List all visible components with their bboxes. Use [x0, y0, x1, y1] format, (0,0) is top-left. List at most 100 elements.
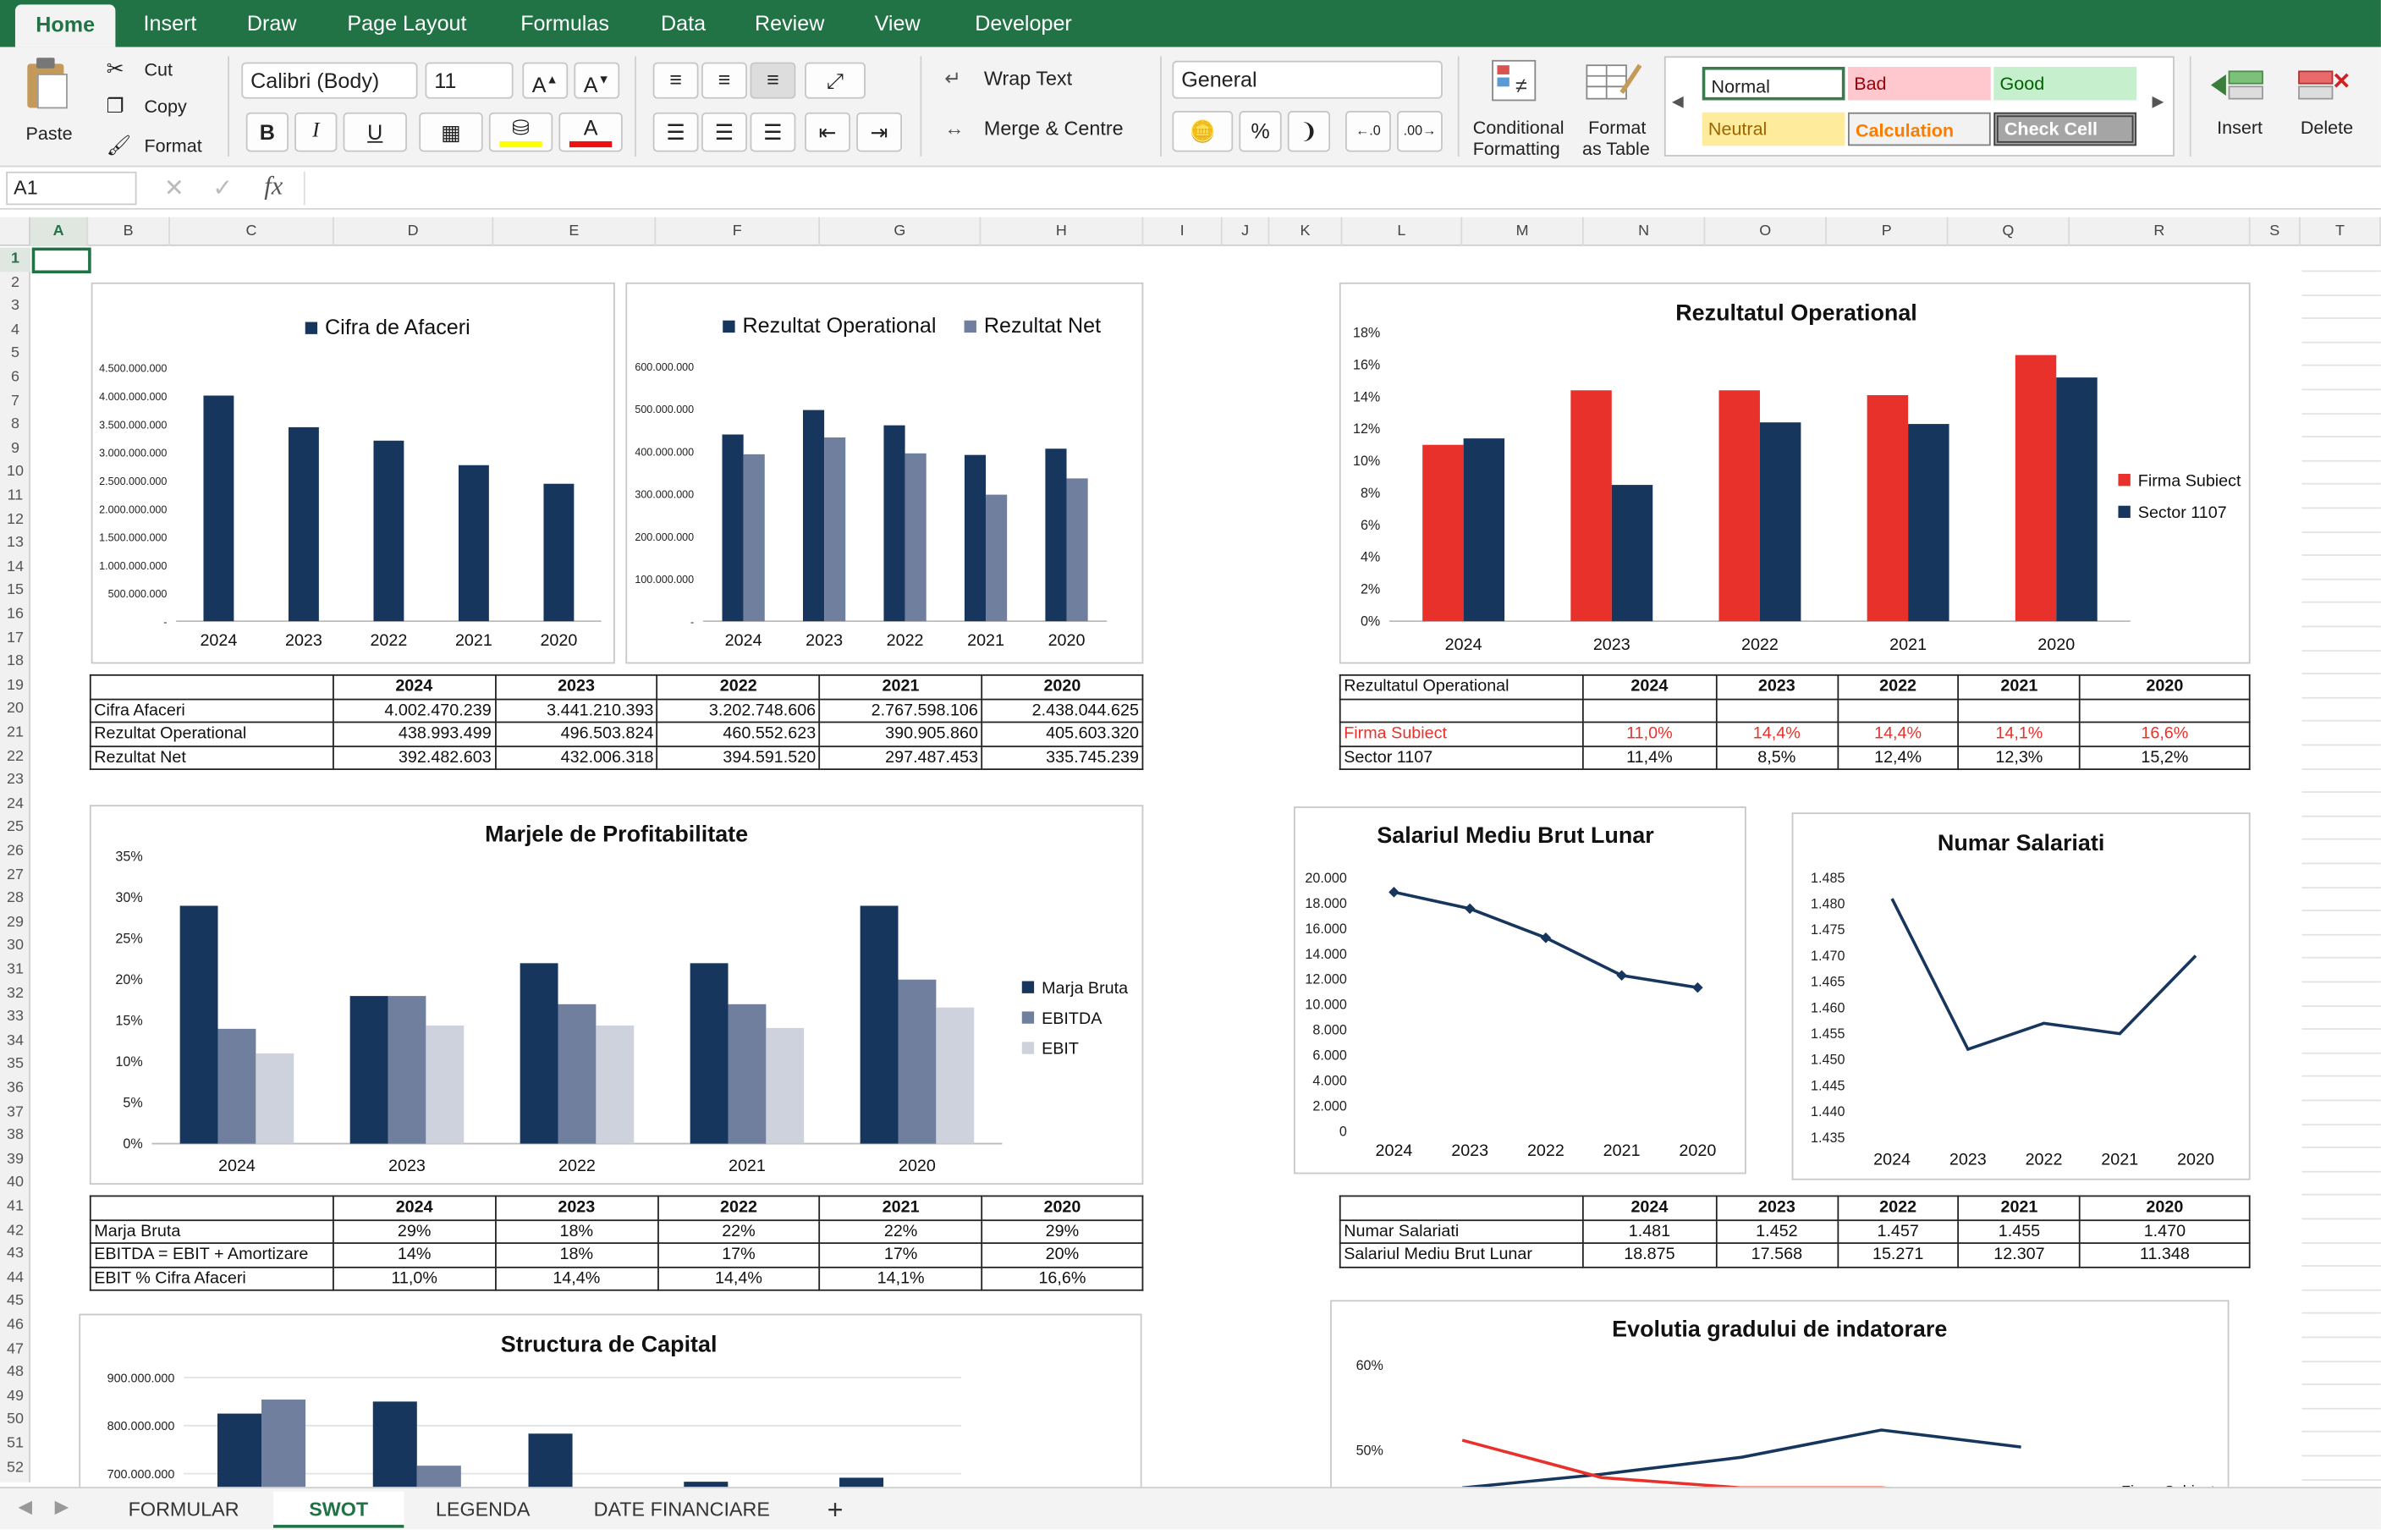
wrap-text-button[interactable]: ↵ Wrap Text [944, 65, 1157, 96]
table-header-cell[interactable]: 2024 [1581, 674, 1718, 700]
tab-formulas[interactable]: Formulas [501, 0, 629, 47]
row-header[interactable]: 29 [0, 911, 30, 935]
style-calculation[interactable]: Calculation [1848, 112, 1991, 146]
tab-page-layout[interactable]: Page Layout [328, 0, 487, 47]
chart-marjele[interactable]: Marjele de Profitabilitate 35% 30% 25% 20% 15… [89, 805, 1144, 1185]
name-box[interactable]: A1 [6, 171, 137, 206]
align-top-button[interactable]: ≡ [652, 62, 699, 99]
table-cell[interactable]: 29% [981, 1218, 1144, 1244]
row-header[interactable]: 19 [0, 674, 30, 698]
style-bad[interactable]: Bad [1848, 66, 1991, 101]
gallery-prev-icon[interactable]: ◀ [1672, 94, 1684, 111]
column-header-e[interactable]: E [493, 217, 657, 246]
function-icon[interactable]: fx [264, 172, 283, 202]
table-header-cell[interactable]: 2024 [332, 1195, 497, 1221]
row-header[interactable]: 30 [0, 935, 30, 959]
row-header[interactable]: 22 [0, 745, 30, 769]
decrease-font-button[interactable]: A▼ [574, 62, 620, 99]
table-cell[interactable]: 4.002.470.239 [332, 697, 497, 723]
align-left-button[interactable]: ☰ [652, 112, 699, 152]
row-header[interactable]: 31 [0, 959, 30, 982]
increase-decimal-button[interactable]: ←.0 [1345, 111, 1391, 152]
decrease-decimal-button[interactable]: .00→ [1397, 111, 1443, 152]
align-middle-button[interactable]: ≡ [701, 62, 747, 99]
row-header[interactable]: 9 [0, 437, 30, 461]
chart-salariul[interactable]: Salariul Mediu Brut Lunar 20.000 18.000 16.… [1293, 806, 1746, 1174]
table-cell[interactable]: 3.441.210.393 [494, 697, 658, 723]
delete-cells-button[interactable]: Delete [2290, 56, 2374, 162]
column-header-f[interactable]: F [656, 217, 821, 246]
row-header[interactable]: 14 [0, 556, 30, 580]
cancel-icon[interactable]: ✕ [164, 173, 184, 204]
table-cell[interactable]: 394.591.520 [657, 745, 821, 770]
table-header-cell[interactable]: 2023 [1715, 1195, 1839, 1221]
row-header[interactable]: 16 [0, 603, 30, 627]
row-header[interactable]: 49 [0, 1385, 30, 1409]
row-header[interactable]: 46 [0, 1314, 30, 1338]
copy-button[interactable]: ❐ Copy [107, 92, 213, 123]
number-format-select[interactable]: General [1172, 60, 1443, 99]
table-cell[interactable]: 1.455 [1957, 1218, 2081, 1244]
row-header[interactable]: 15 [0, 580, 30, 603]
column-header-d[interactable]: D [334, 217, 494, 246]
column-header-r[interactable]: R [2070, 217, 2251, 246]
column-header-l[interactable]: L [1342, 217, 1463, 246]
tab-developer[interactable]: Developer [954, 0, 1093, 47]
align-right-button[interactable]: ☰ [750, 112, 796, 152]
enter-icon[interactable]: ✓ [212, 173, 233, 204]
row-header[interactable]: 18 [0, 651, 30, 674]
row-header[interactable]: 3 [0, 295, 30, 319]
cut-button[interactable]: ✂ Cut [107, 56, 213, 86]
column-header-o[interactable]: O [1705, 217, 1827, 246]
table-cell[interactable]: Salariul Mediu Brut Lunar [1339, 1242, 1584, 1268]
table-cell[interactable]: 1.457 [1836, 1218, 1960, 1244]
table-cell[interactable]: Sector 1107 [1339, 745, 1584, 770]
row-header[interactable]: 40 [0, 1172, 30, 1196]
row-header[interactable]: 5 [0, 343, 30, 366]
table-cell[interactable]: Marja Bruta [89, 1218, 334, 1244]
increase-indent-button[interactable]: ⇥ [856, 112, 902, 152]
tab-data[interactable]: Data [644, 0, 723, 47]
table-cell[interactable]: 12.307 [1957, 1242, 2081, 1268]
table-cell[interactable]: 14% [332, 1242, 497, 1268]
table-header-cell[interactable] [89, 1195, 334, 1221]
tab-home[interactable]: Home [14, 4, 116, 47]
table-header-cell[interactable]: 2020 [2079, 1195, 2251, 1221]
italic-button[interactable]: I [294, 112, 338, 152]
accounting-format-button[interactable]: 🪙 [1172, 111, 1234, 152]
formula-input[interactable] [303, 171, 2369, 206]
table-cell[interactable]: Numar Salariati [1339, 1218, 1584, 1244]
row-header[interactable]: 6 [0, 366, 30, 390]
table-header-cell[interactable]: 2021 [1957, 1195, 2081, 1221]
chart-numar-salariati[interactable]: Numar Salariati 1.485 1.480 1.475 1.470 1.465… [1791, 812, 2251, 1180]
table-cell[interactable]: 20% [981, 1242, 1144, 1268]
row-header[interactable]: 8 [0, 414, 30, 437]
table-header-cell[interactable]: 2024 [332, 674, 497, 700]
table-cell[interactable]: 14,1% [1957, 721, 2081, 747]
table-cell[interactable]: Firma Subiect [1339, 721, 1584, 747]
column-header-n[interactable]: N [1584, 217, 1706, 246]
table-cell[interactable]: 392.482.603 [332, 745, 497, 770]
table-cell[interactable]: 460.552.623 [657, 721, 821, 747]
table-header-cell[interactable]: 2020 [981, 674, 1144, 700]
tab-insert[interactable]: Insert [124, 0, 216, 47]
table-cell[interactable]: 438.993.499 [332, 721, 497, 747]
next-sheet-icon[interactable]: ▶ [55, 1496, 69, 1517]
style-normal[interactable]: Normal [1702, 66, 1845, 101]
row-header[interactable]: 27 [0, 864, 30, 888]
active-cell-a1[interactable] [31, 247, 91, 274]
table-cell[interactable] [1715, 697, 1839, 723]
column-header-p[interactable]: P [1827, 217, 1949, 246]
comma-style-button[interactable]: ❩ [1287, 111, 1331, 152]
table-header-cell[interactable]: 2020 [2079, 674, 2251, 700]
bold-button[interactable]: B [245, 112, 289, 152]
row-header[interactable]: 26 [0, 840, 30, 864]
column-header-t[interactable]: T [2301, 217, 2381, 246]
table-cell[interactable]: 22% [657, 1218, 821, 1244]
tab-draw[interactable]: Draw [228, 0, 316, 47]
table-cell[interactable] [1957, 697, 2081, 723]
insert-cells-button[interactable]: Insert [2205, 56, 2284, 162]
table-header-cell[interactable] [89, 674, 334, 700]
table-cell[interactable]: 14,1% [818, 1266, 983, 1291]
row-header[interactable]: 42 [0, 1219, 30, 1243]
